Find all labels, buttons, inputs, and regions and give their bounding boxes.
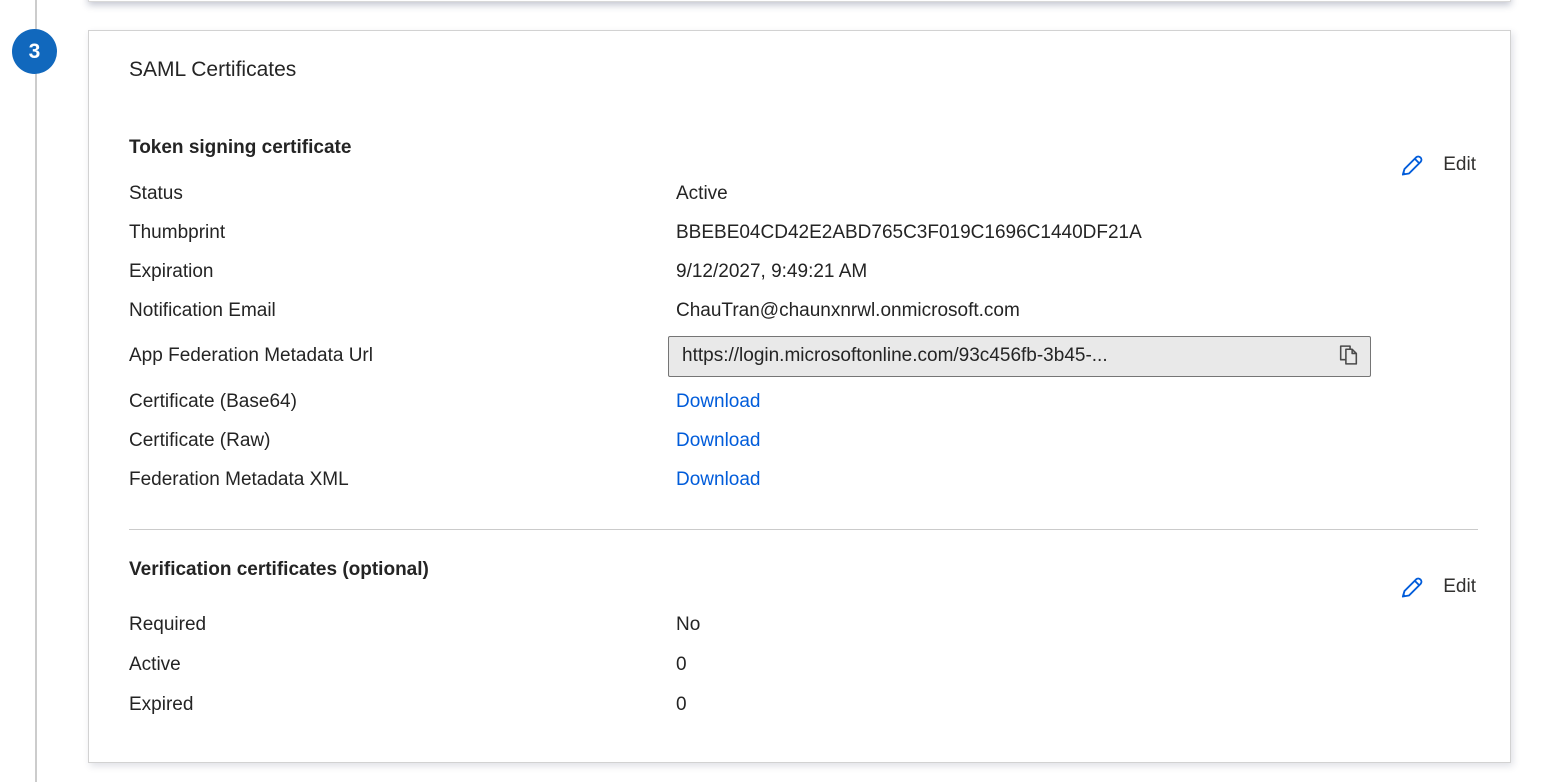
- row-label: App Federation Metadata Url: [129, 345, 676, 367]
- row-label: Certificate (Base64): [129, 391, 676, 413]
- copy-button[interactable]: [1328, 342, 1361, 371]
- verification-rows: Required No Active 0 Expired 0: [129, 605, 1478, 725]
- row-label: Active: [129, 654, 676, 676]
- required-row: Required No: [129, 605, 1478, 645]
- expiration-value: 9/12/2027, 9:49:21 AM: [676, 261, 867, 283]
- verification-heading: Verification certificates (optional): [129, 559, 429, 580]
- token-signing-rows: Status Active Thumbprint BBEBE04CD42E2AB…: [129, 174, 1478, 499]
- expired-count-row: Expired 0: [129, 685, 1478, 725]
- active-count-row: Active 0: [129, 645, 1478, 685]
- row-label: Status: [129, 183, 676, 205]
- pencil-icon: [1397, 572, 1427, 602]
- edit-button-label: Edit: [1443, 154, 1476, 176]
- active-count-value: 0: [676, 654, 687, 676]
- row-label: Expiration: [129, 261, 676, 283]
- verification-section-header: Verification certificates (optional) Edi…: [129, 557, 1478, 583]
- edit-button-label: Edit: [1443, 576, 1476, 598]
- federation-metadata-xml-row: Federation Metadata XML Download: [129, 460, 1478, 499]
- certificate-raw-row: Certificate (Raw) Download: [129, 421, 1478, 460]
- expired-count-value: 0: [676, 694, 687, 716]
- thumbprint-row: Thumbprint BBEBE04CD42E2ABD765C3F019C169…: [129, 213, 1478, 252]
- step-connector-line: [35, 0, 37, 782]
- step-number-badge: 3: [12, 29, 57, 74]
- thumbprint-value: BBEBE04CD42E2ABD765C3F019C1696C1440DF21A: [676, 222, 1142, 244]
- token-signing-heading: Token signing certificate: [129, 137, 351, 158]
- row-label: Expired: [129, 694, 676, 716]
- app-federation-metadata-url-row: App Federation Metadata Url https://logi…: [129, 330, 1478, 382]
- row-label: Certificate (Raw): [129, 430, 676, 452]
- metadata-url-value: https://login.microsoftonline.com/93c456…: [682, 345, 1108, 367]
- certificate-base64-download-link[interactable]: Download: [676, 391, 761, 413]
- copy-icon: [1336, 342, 1361, 371]
- status-row: Status Active: [129, 174, 1478, 213]
- status-value: Active: [676, 183, 728, 205]
- panel-title: SAML Certificates: [129, 57, 1478, 83]
- previous-step-card-edge: [88, 0, 1511, 2]
- token-signing-section-header: Token signing certificate Edit: [129, 135, 1478, 161]
- row-label: Thumbprint: [129, 222, 676, 244]
- row-label: Required: [129, 614, 676, 636]
- pencil-icon: [1397, 150, 1427, 180]
- token-signing-edit-button[interactable]: Edit: [1397, 150, 1476, 180]
- federation-metadata-xml-download-link[interactable]: Download: [676, 469, 761, 491]
- saml-certificates-panel: SAML Certificates Token signing certific…: [88, 30, 1511, 763]
- app-federation-metadata-url-field[interactable]: https://login.microsoftonline.com/93c456…: [668, 336, 1371, 377]
- expiration-row: Expiration 9/12/2027, 9:49:21 AM: [129, 252, 1478, 291]
- verification-edit-button[interactable]: Edit: [1397, 572, 1476, 602]
- certificate-raw-download-link[interactable]: Download: [676, 430, 761, 452]
- required-value: No: [676, 614, 700, 636]
- row-label: Federation Metadata XML: [129, 469, 676, 491]
- notification-email-value: ChauTran@chaunxnrwl.onmicrosoft.com: [676, 300, 1020, 322]
- section-divider: [129, 529, 1478, 530]
- notification-email-row: Notification Email ChauTran@chaunxnrwl.o…: [129, 291, 1478, 330]
- certificate-base64-row: Certificate (Base64) Download: [129, 382, 1478, 421]
- sso-setup-page: 3 SAML Certificates Token signing certif…: [0, 0, 1544, 782]
- row-label: Notification Email: [129, 300, 676, 322]
